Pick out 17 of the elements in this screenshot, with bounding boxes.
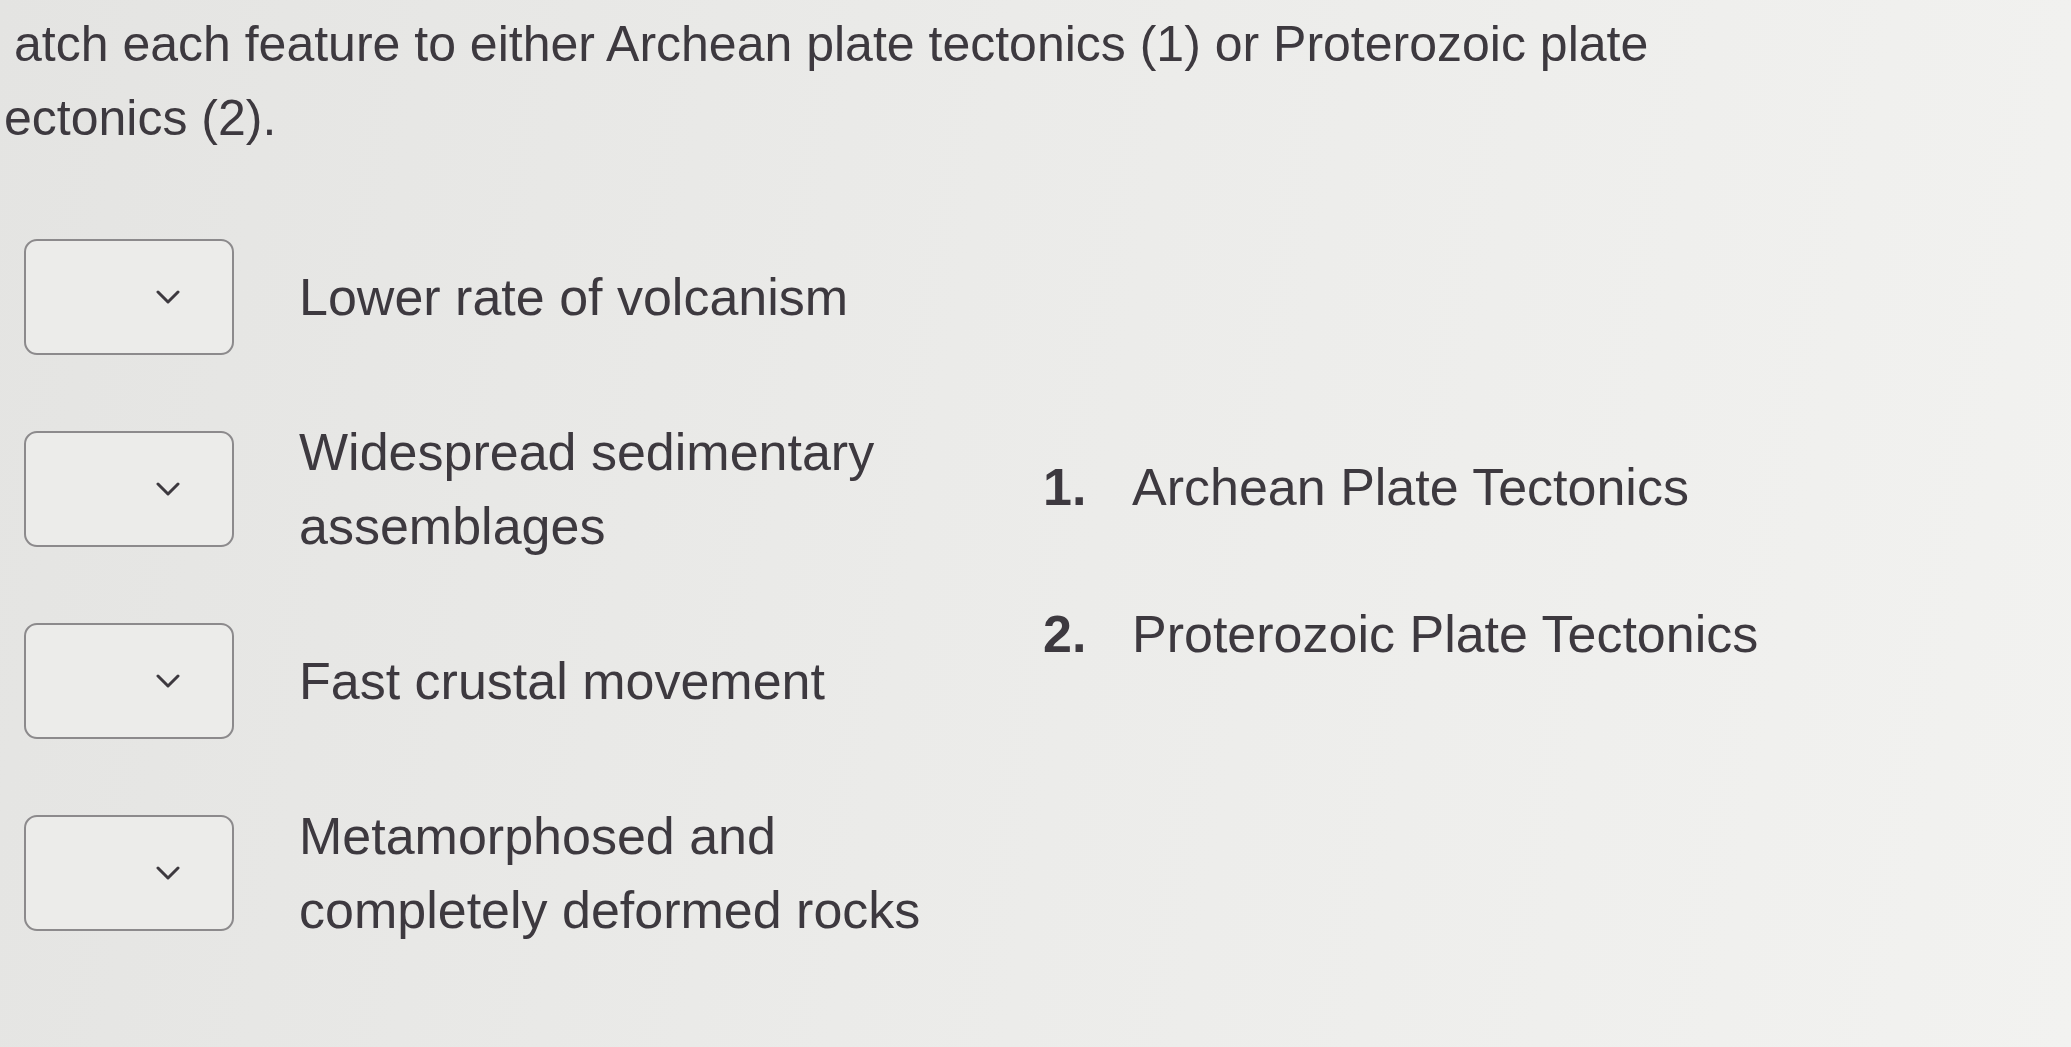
chevron-down-icon bbox=[156, 482, 180, 496]
chevron-down-icon bbox=[156, 674, 180, 688]
question-prompt: atch each feature to either Archean plate tectonics (1) or Proterozoic plate ectonics (2). bbox=[3, 15, 1649, 148]
option-label: Proterozoic Plate Tectonics bbox=[1132, 604, 1759, 665]
feature-label: Metamorphosed and completely deformed rocks bbox=[299, 806, 922, 941]
option-number: 1. bbox=[1043, 457, 1088, 518]
feature-label: Lower rate of volcanism bbox=[299, 267, 850, 328]
option-label: Archean Plate Tectonics bbox=[1132, 457, 1689, 518]
answer-dropdown[interactable] bbox=[24, 623, 234, 739]
chevron-down-icon bbox=[156, 290, 180, 304]
answer-dropdown[interactable] bbox=[24, 815, 234, 931]
option-number: 2. bbox=[1043, 604, 1088, 665]
answer-dropdown[interactable] bbox=[24, 239, 234, 355]
chevron-down-icon bbox=[156, 866, 180, 880]
feature-label: Fast crustal movement bbox=[299, 651, 826, 712]
feature-label: Widespread sedimentary assemblages bbox=[299, 422, 876, 557]
answer-dropdown[interactable] bbox=[24, 431, 234, 547]
